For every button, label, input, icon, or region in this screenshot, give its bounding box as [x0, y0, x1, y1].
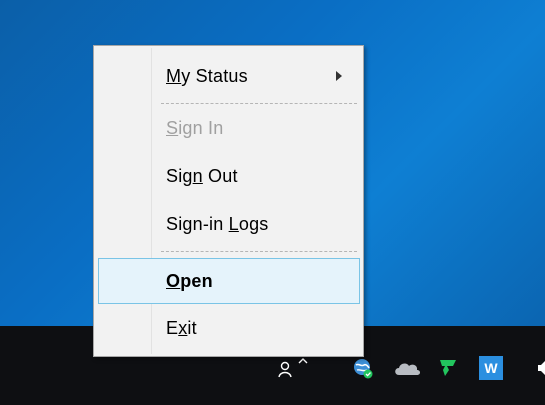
speaker-icon[interactable] — [537, 357, 545, 379]
menu-item-label: Exit — [166, 317, 197, 338]
menu-item-my-status[interactable]: My Status — [98, 59, 360, 93]
menu-item-label: Sign Out — [166, 165, 238, 186]
menu-item-label: Sign In — [166, 117, 224, 138]
shield-icon[interactable] — [437, 356, 459, 380]
menu-item-label: My Status — [166, 65, 248, 86]
menu-item-label: Sign-in Logs — [166, 213, 269, 234]
menu-item-sign-out[interactable]: Sign Out — [98, 159, 360, 193]
w-app-icon[interactable]: W — [479, 356, 503, 380]
menu-separator — [161, 251, 357, 252]
cloud-icon[interactable] — [393, 357, 421, 379]
globe-icon[interactable] — [351, 356, 375, 380]
menu-item-open[interactable]: Open — [98, 258, 360, 304]
menu-item-sign-in-logs[interactable]: Sign-in Logs — [98, 207, 360, 241]
menu-item-label: Open — [166, 270, 213, 291]
menu-item-exit[interactable]: Exit — [98, 311, 360, 345]
menu-icon-gutter — [151, 48, 152, 354]
context-menu: My Status Sign In Sign Out Sign-in Logs … — [93, 45, 364, 357]
menu-item-sign-in: Sign In — [98, 111, 360, 145]
submenu-arrow-icon — [336, 71, 342, 81]
people-icon[interactable] — [275, 358, 299, 382]
menu-separator — [161, 103, 357, 104]
